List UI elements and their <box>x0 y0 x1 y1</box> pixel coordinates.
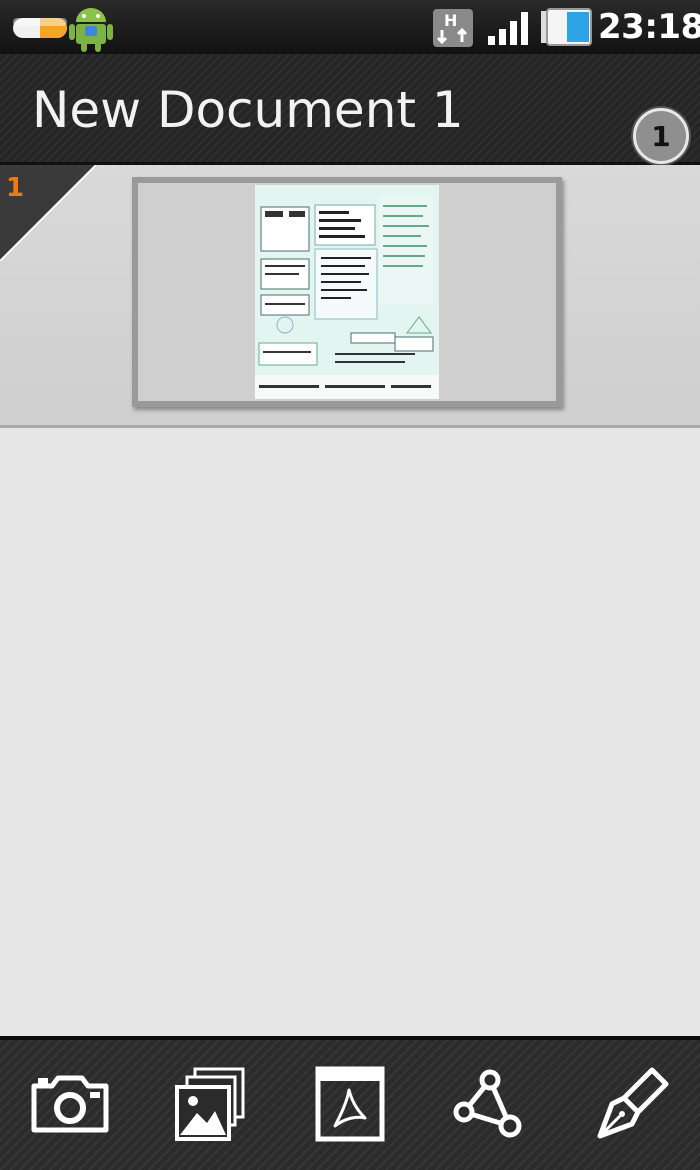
export-pdf-button[interactable] <box>300 1054 400 1154</box>
hspa-data-icon: H <box>433 9 473 47</box>
status-bar: H 23:18 <box>0 0 700 54</box>
signal-strength-icon <box>488 12 528 45</box>
title-bar: New Document 1 1 <box>0 54 700 165</box>
document-thumbnail <box>255 185 439 399</box>
camera-icon <box>31 1075 109 1133</box>
page-thumbnail-frame[interactable] <box>132 177 562 407</box>
document-pages-area <box>0 428 700 1034</box>
pdf-icon <box>315 1066 385 1142</box>
android-robot-icon <box>69 8 113 52</box>
page-number: 1 <box>6 173 25 203</box>
annotate-button[interactable] <box>582 1054 682 1154</box>
share-button[interactable] <box>438 1054 538 1154</box>
share-icon <box>453 1069 522 1138</box>
clock: 23:18 <box>598 7 700 47</box>
capsule-icon <box>13 18 67 38</box>
bottom-toolbar <box>0 1036 700 1170</box>
gallery-icon <box>175 1067 245 1141</box>
page-title: New Document 1 <box>32 81 464 139</box>
battery-icon <box>541 8 592 46</box>
svg-text:H: H <box>444 11 457 30</box>
page-count-badge[interactable]: 1 <box>633 108 689 164</box>
page-list-item[interactable]: 1 <box>0 165 700 428</box>
pen-icon <box>597 1067 669 1139</box>
gallery-button[interactable] <box>160 1054 260 1154</box>
camera-button[interactable] <box>20 1054 120 1154</box>
